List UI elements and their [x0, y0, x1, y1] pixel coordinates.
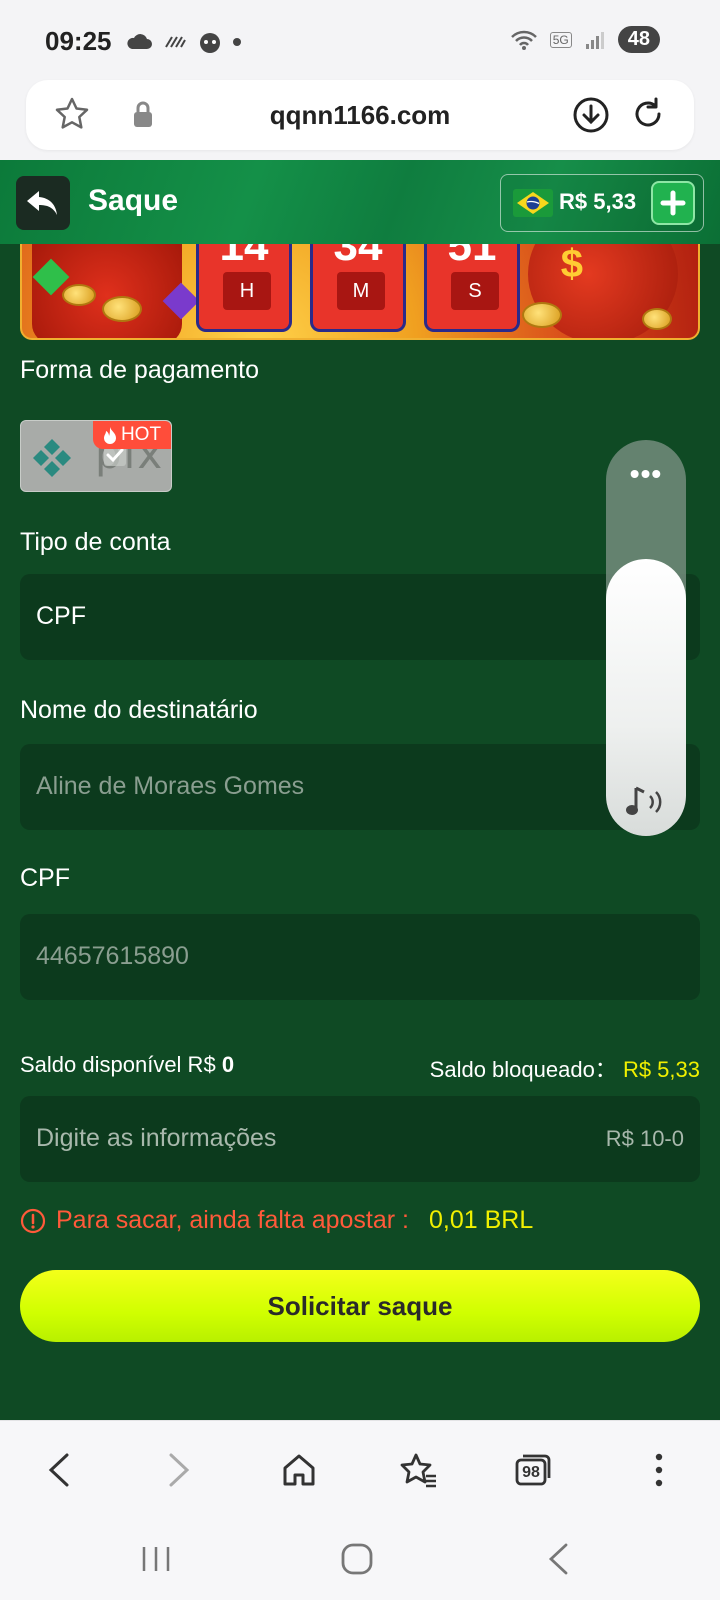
- browser-toolbar: 98: [0, 1420, 720, 1518]
- deposit-plus-button[interactable]: [651, 181, 695, 225]
- betting-warning: Para sacar, ainda falta apostar : 0,01 B…: [20, 1206, 533, 1235]
- download-icon[interactable]: [572, 96, 610, 134]
- forward-nav-button[interactable]: [156, 1447, 202, 1493]
- balance-amount: R$ 5,33: [559, 189, 637, 214]
- account-type-label: Tipo de conta: [20, 528, 171, 556]
- promo-banner[interactable]: $ 14 H 34 M 51 S: [20, 244, 700, 340]
- account-type-select[interactable]: CPF: [20, 574, 700, 660]
- coin-icon: [62, 284, 96, 306]
- timer-seconds: 51 S: [424, 244, 520, 332]
- amount-placeholder: Digite as informações: [36, 1124, 277, 1152]
- back-nav-button[interactable]: [36, 1447, 82, 1493]
- available-balance: Saldo disponível R$ 0: [20, 1052, 235, 1077]
- page-title: Saque: [88, 184, 179, 217]
- blocked-balance: Saldo bloqueado： R$ 5,33: [429, 1057, 700, 1082]
- bookmark-list-icon: [400, 1453, 436, 1488]
- dot-icon: [233, 38, 241, 46]
- status-right: 5G 48: [510, 26, 660, 53]
- back-arrow-icon: [27, 191, 57, 215]
- payment-method-label: Forma de pagamento: [20, 356, 260, 384]
- cloud-icon: [127, 34, 152, 49]
- notification-icons: [126, 30, 242, 54]
- kebab-menu-icon: [655, 1453, 663, 1487]
- status-time: 09:25: [45, 26, 112, 56]
- dollar-icon: $: [560, 244, 583, 286]
- address-bar[interactable]: qqnn1166.com: [26, 80, 694, 150]
- request-withdraw-button[interactable]: Solicitar saque: [20, 1270, 700, 1342]
- cpf-value: 44657615890: [36, 942, 189, 970]
- recipient-name-field[interactable]: Aline de Moraes Gomes: [20, 744, 700, 830]
- pix-payment-option[interactable]: pix HOT: [20, 420, 172, 492]
- wifi-icon: [510, 30, 537, 50]
- bookmarks-button[interactable]: [396, 1447, 442, 1493]
- amount-range: R$ 10-0: [605, 1126, 684, 1151]
- browser-menu-button[interactable]: [636, 1447, 682, 1493]
- battery-level: 48: [617, 26, 660, 53]
- mascot-icon: [200, 33, 220, 53]
- chevron-right-icon: [169, 1453, 190, 1487]
- haze-icon: [165, 36, 186, 48]
- warning-circle-icon: [20, 1208, 46, 1233]
- account-type-value: CPF: [36, 602, 86, 630]
- fire-icon: [103, 427, 116, 444]
- chevron-left-icon: [48, 1453, 69, 1487]
- home-button[interactable]: [276, 1447, 322, 1493]
- home-nav-icon[interactable]: [340, 1542, 374, 1576]
- brazil-flag-icon: [513, 189, 553, 217]
- tabs-count: 98: [522, 1464, 540, 1481]
- pix-logo-icon: [33, 439, 71, 477]
- warning-amount: 0,01 BRL: [429, 1206, 534, 1234]
- cpf-field[interactable]: 44657615890: [20, 914, 700, 1000]
- blocked-balance-value: R$ 5,33: [622, 1057, 700, 1082]
- coin-icon: [642, 308, 672, 330]
- balance-widget: R$ 5,33: [500, 174, 704, 232]
- reload-icon[interactable]: [628, 94, 668, 134]
- volume-panel[interactable]: •••: [606, 440, 686, 836]
- home-icon: [283, 1454, 315, 1486]
- signal-icon: [585, 31, 604, 49]
- coin-icon: [522, 302, 562, 328]
- back-nav-icon[interactable]: [546, 1542, 570, 1576]
- coin-icon: [102, 296, 142, 322]
- hot-badge: HOT: [93, 421, 171, 449]
- system-navigation-bar: [0, 1518, 720, 1600]
- back-button[interactable]: [16, 176, 70, 230]
- music-volume-icon: [626, 786, 662, 815]
- recipient-label: Nome do destinatário: [20, 696, 258, 724]
- timer-minutes: 34 M: [310, 244, 406, 332]
- amount-input[interactable]: Digite as informações R$ 10-0: [20, 1096, 700, 1182]
- withdraw-content: $ 14 H 34 M 51 S Forma de pagamento pix …: [0, 244, 720, 1420]
- recents-icon[interactable]: [140, 1544, 172, 1574]
- recipient-name-value: Aline de Moraes Gomes: [36, 772, 305, 800]
- timer-hours: 14 H: [196, 244, 292, 332]
- more-options-icon[interactable]: •••: [606, 458, 686, 490]
- cpf-label: CPF: [20, 864, 70, 892]
- network-type: 5G: [549, 31, 572, 48]
- tabs-button[interactable]: 98: [510, 1447, 556, 1493]
- status-bar: 09:25 5G 48: [0, 0, 720, 80]
- app-header: Saque R$ 5,33: [0, 160, 720, 244]
- plus-icon: [660, 190, 686, 216]
- gift-bag-left: [32, 244, 182, 338]
